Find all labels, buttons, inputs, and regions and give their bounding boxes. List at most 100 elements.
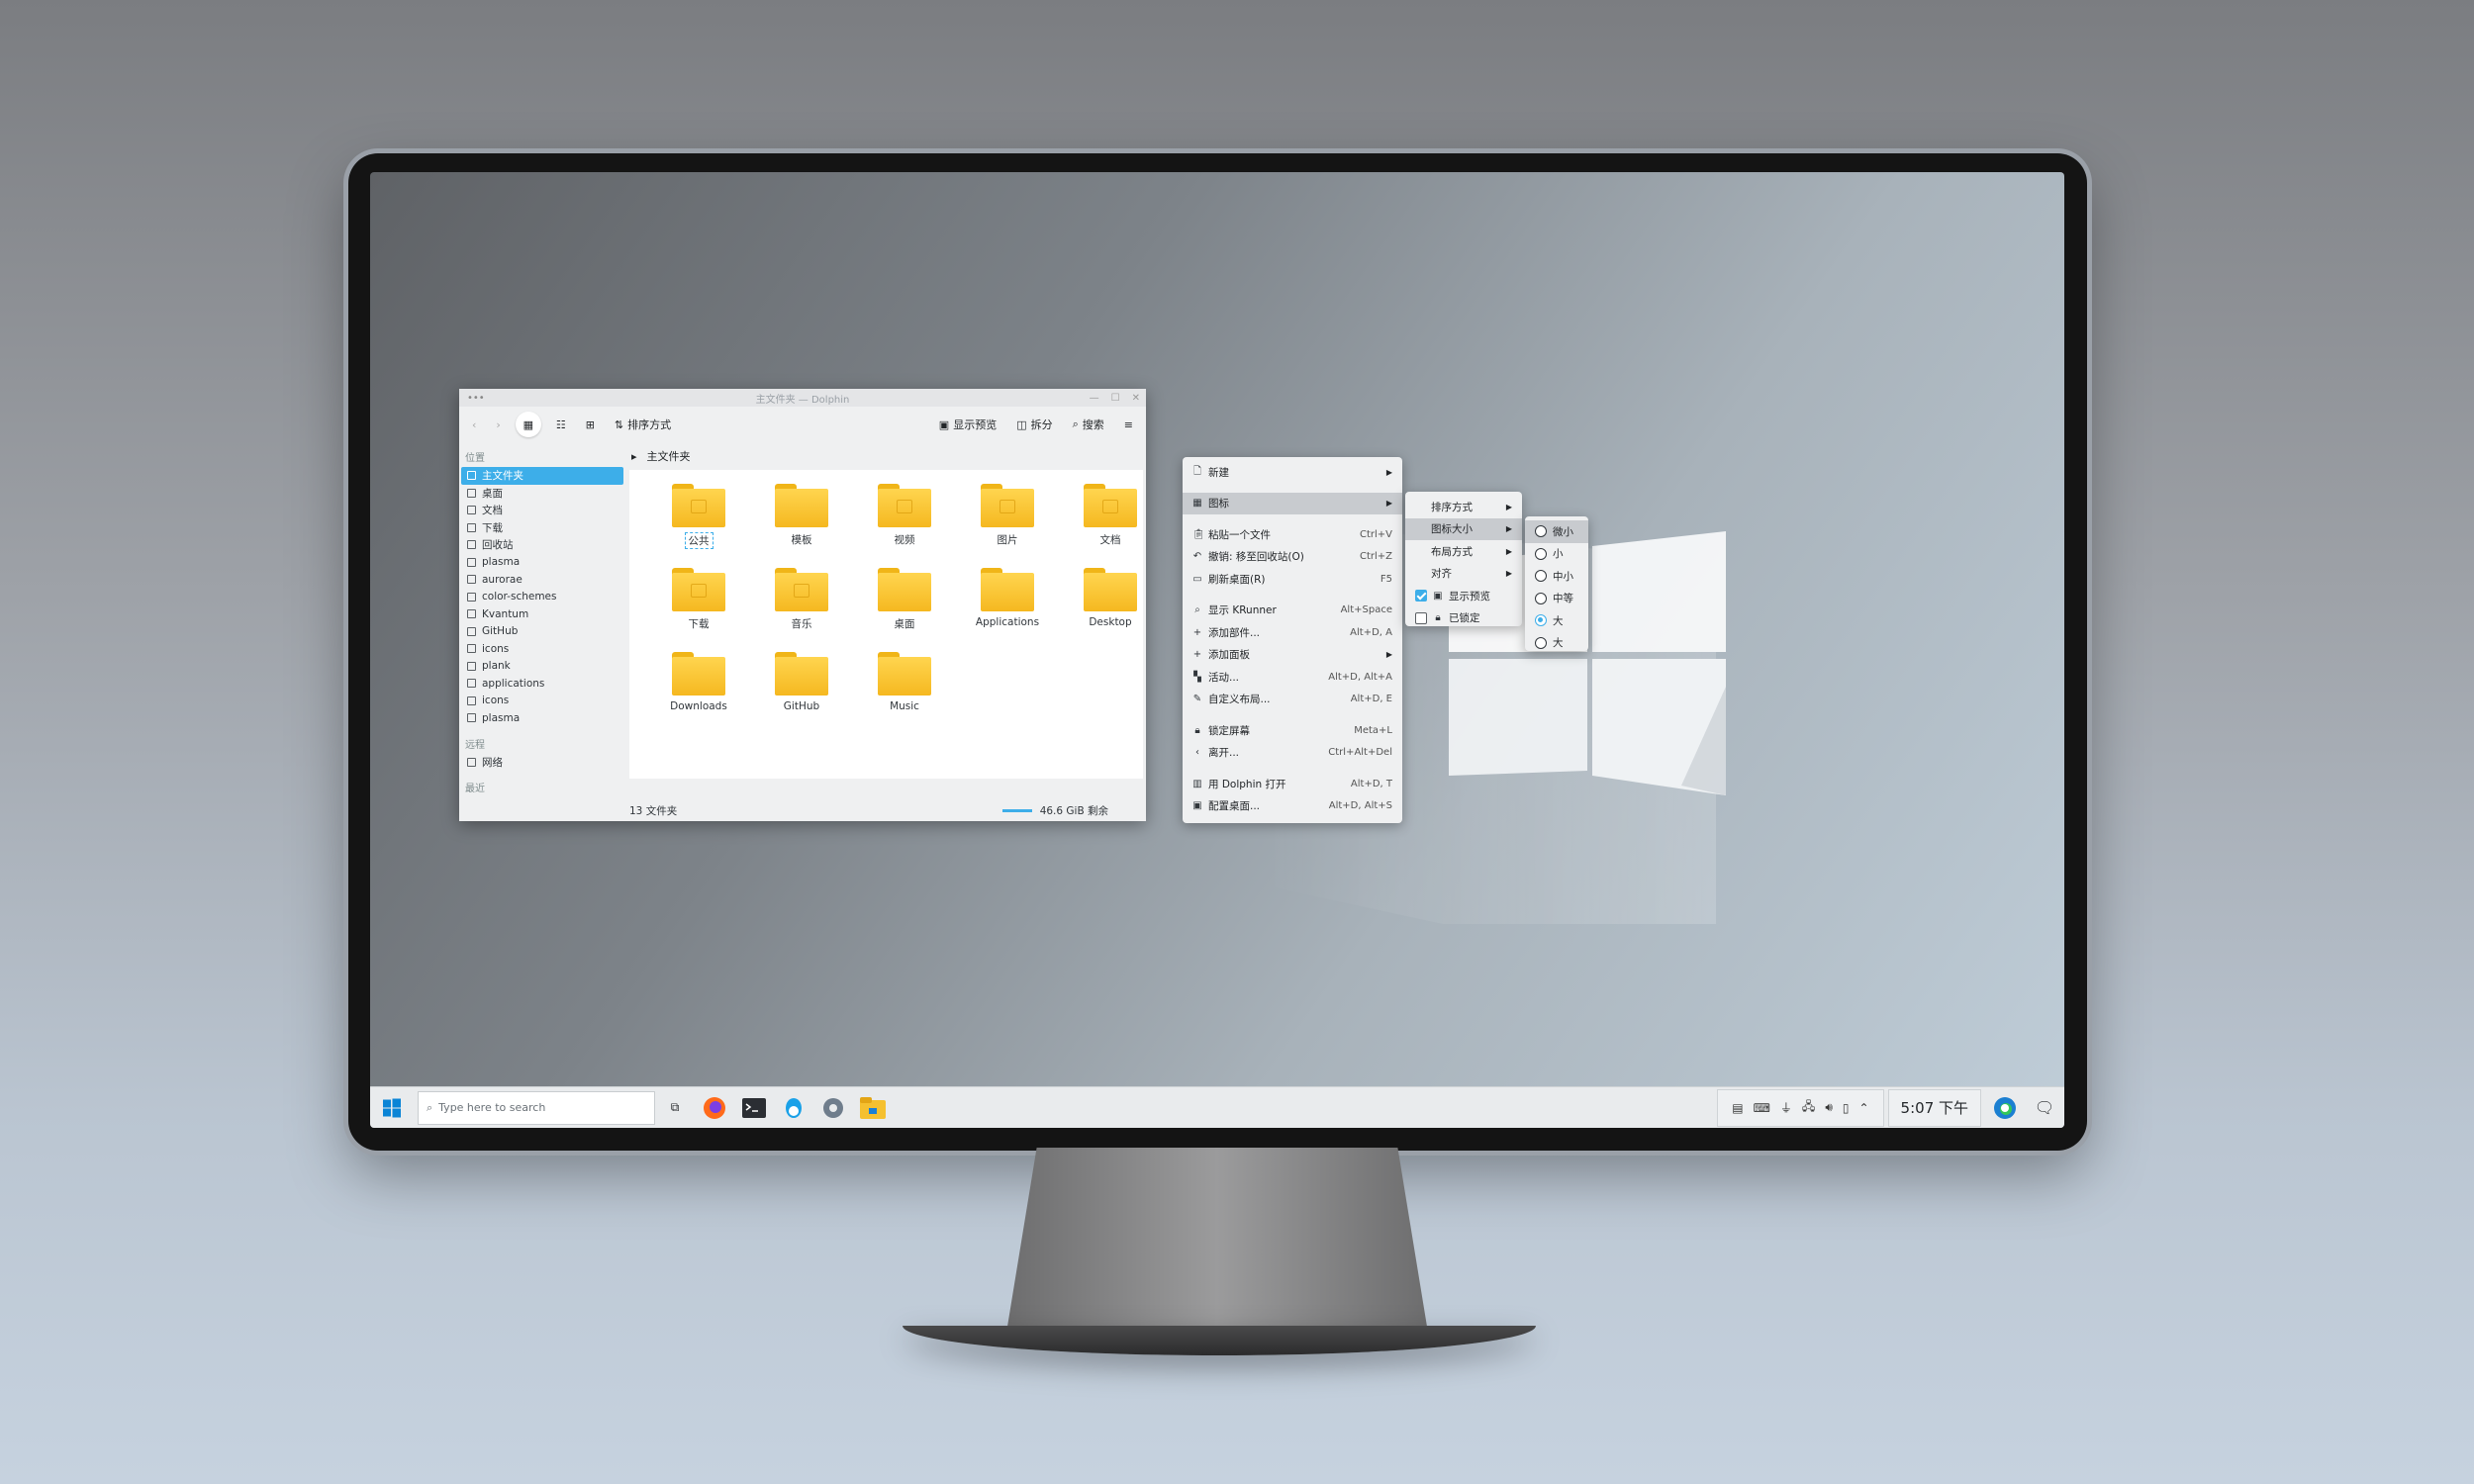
sidebar-item-11[interactable]: plank [461,658,623,676]
task-view-icon[interactable]: ⧉ [655,1088,695,1128]
folder-item[interactable]: 音乐 [750,568,853,652]
desktop[interactable]: ••• 主文件夹 — Dolphin — ☐ ✕ ‹ › ▦ ☷ ⊞ ⇅ 排序方式 ▣… [370,172,2064,1128]
sidebar-item-4[interactable]: 回收站 [461,536,623,554]
folder-item[interactable]: 视频 [853,484,956,568]
breadcrumb-arrow-icon[interactable]: ▸ [631,450,637,463]
terminal-icon[interactable] [734,1088,774,1128]
menu-item-7[interactable]: + 添加面板 ▶ [1183,644,1402,667]
sidebar-item-network[interactable]: 网络 [461,754,623,772]
usb-icon[interactable]: ⏚ [1780,1099,1792,1116]
sidebar-item-8[interactable]: Kvantum [461,605,623,623]
radio-button[interactable] [1535,636,1547,649]
menu-item-3[interactable]: ↶ 撤销: 移至回收站(O) Ctrl+Z [1183,546,1402,569]
size-option-2[interactable]: 中小 [1525,565,1588,588]
folder-item[interactable]: 图片 [956,484,1059,568]
folder-item[interactable]: Applications [956,568,1059,652]
hamburger-menu-icon[interactable]: ≡ [1119,416,1138,434]
radio-button[interactable] [1535,614,1547,627]
folder-item[interactable]: Downloads [647,652,750,736]
search-button[interactable]: ⌕ 搜索 [1068,414,1109,435]
sidebar-item-6[interactable]: aurorae [461,571,623,589]
sidebar-item-10[interactable]: icons [461,640,623,658]
start-button[interactable] [370,1087,414,1129]
sidebar-item-5[interactable]: plasma [461,554,623,572]
menu-item-1[interactable]: ▦ 图标 ▶ [1183,492,1402,514]
menu-item-layout[interactable]: 布局方式 ▶ [1405,540,1522,563]
folder-item[interactable]: Music [853,652,956,736]
radio-button[interactable] [1535,592,1547,604]
folder-item[interactable]: 模板 [750,484,853,568]
folder-item[interactable]: GitHub [750,652,853,736]
menu-item-8[interactable]: ▚ 活动... Alt+D, Alt+A [1183,666,1402,689]
clipboard-icon[interactable]: ▤ [1732,1101,1743,1115]
qq-icon[interactable] [774,1088,813,1128]
window-menu-icon[interactable]: ••• [467,393,485,404]
forward-button[interactable]: › [491,416,505,434]
close-icon[interactable]: ✕ [1132,393,1140,404]
sidebar-item-14[interactable]: plasma [461,709,623,727]
radio-button[interactable] [1535,547,1547,560]
sidebar-item-12[interactable]: applications [461,675,623,693]
menu-item-13[interactable]: ▣ 配置桌面... Alt+D, Alt+S [1183,795,1402,818]
folder-item[interactable]: Desktop [1059,568,1162,652]
sidebar-item-1[interactable]: 桌面 [461,485,623,503]
menu-item-12[interactable]: ▥ 用 Dolphin 打开 Alt+D, T [1183,773,1402,795]
size-option-3[interactable]: 中等 [1525,588,1588,610]
minimize-icon[interactable]: — [1090,393,1099,404]
dolphin-window[interactable]: ••• 主文件夹 — Dolphin — ☐ ✕ ‹ › ▦ ☷ ⊞ ⇅ 排序方式 ▣… [459,389,1146,821]
compact-view-button[interactable]: ☷ [551,416,571,434]
preview-checkbox[interactable] [1415,590,1427,603]
sidebar-item-2[interactable]: 文档 [461,502,623,519]
taskbar-search[interactable]: ⌕ Type here to search [418,1090,655,1125]
menu-item-6[interactable]: + 添加部件... Alt+D, A [1183,621,1402,644]
sidebar-item-7[interactable]: color-schemes [461,589,623,606]
size-option-1[interactable]: 小 [1525,543,1588,566]
menu-item-locked[interactable]: 🔒︎ 已锁定 [1405,607,1522,630]
folder-item[interactable]: 下载 [647,568,750,652]
sidebar-item-9[interactable]: GitHub [461,623,623,641]
menu-item-4[interactable]: ▭ 刷新桌面(R) F5 [1183,568,1402,591]
icons-view-button[interactable]: ▦ [515,412,541,437]
size-option-4[interactable]: 大 [1525,609,1588,632]
sidebar-item-3[interactable]: 下载 [461,519,623,537]
size-option-5[interactable]: 大 [1525,632,1588,655]
volume-icon[interactable]: 🔊︎ [1825,1100,1833,1115]
firefox-icon[interactable] [695,1088,734,1128]
menu-item-show-preview[interactable]: ▣ 显示预览 [1405,585,1522,607]
menu-item-0[interactable]: 🗋︎ 新建 ▶ [1183,461,1402,484]
menu-item-11[interactable]: ‹ 离开... Ctrl+Alt+Del [1183,742,1402,765]
menu-item-align[interactable]: 对齐 ▶ [1405,563,1522,586]
sort-button[interactable]: ⇅ 排序方式 [610,414,676,435]
folder-item[interactable]: 桌面 [853,568,956,652]
sidebar-item-13[interactable]: icons [461,693,623,710]
menu-item-9[interactable]: ✎ 自定义布局... Alt+D, E [1183,689,1402,711]
back-button[interactable]: ‹ [467,416,481,434]
clock[interactable]: 5:07 下午 [1887,1088,1981,1127]
battery-icon[interactable]: ▯ [1843,1101,1850,1115]
notifications-icon[interactable]: 🗨︎ [2025,1088,2064,1128]
network-icon[interactable]: 🖧︎ [1802,1097,1815,1118]
breadcrumb[interactable]: ▸ 主文件夹 [625,442,1146,470]
size-option-0[interactable]: 微小 [1525,520,1588,543]
keyboard-icon[interactable]: ⌨ [1754,1101,1770,1115]
maximize-icon[interactable]: ☐ [1111,393,1120,404]
preview-button[interactable]: ▣ 显示预览 [934,414,1001,435]
menu-item-2[interactable]: 📋︎ 粘贴一个文件 Ctrl+V [1183,523,1402,546]
sidebar-item-0[interactable]: 主文件夹 [461,467,623,485]
file-explorer-icon[interactable] [853,1088,893,1128]
edge-icon[interactable] [1985,1088,2025,1128]
menu-item-icon-size[interactable]: 图标大小 ▶ [1405,517,1522,540]
settings-gear-icon[interactable] [813,1088,853,1128]
radio-button[interactable] [1535,525,1547,538]
chevron-up-icon[interactable]: ⌃ [1858,1101,1868,1115]
menu-item-sort[interactable]: 排序方式 ▶ [1405,496,1522,518]
folder-item[interactable]: 文档 [1059,484,1162,568]
radio-button[interactable] [1535,570,1547,583]
window-titlebar[interactable]: ••• 主文件夹 — Dolphin — ☐ ✕ [459,389,1146,407]
locked-checkbox[interactable] [1415,611,1427,624]
details-view-button[interactable]: ⊞ [581,416,600,434]
split-button[interactable]: ◫ 拆分 [1011,414,1057,435]
folder-item[interactable]: 公共 [647,484,750,568]
menu-item-5[interactable]: ⌕ 显示 KRunner Alt+Space [1183,600,1402,622]
menu-item-10[interactable]: 🔒︎ 锁定屏幕 Meta+L [1183,719,1402,742]
